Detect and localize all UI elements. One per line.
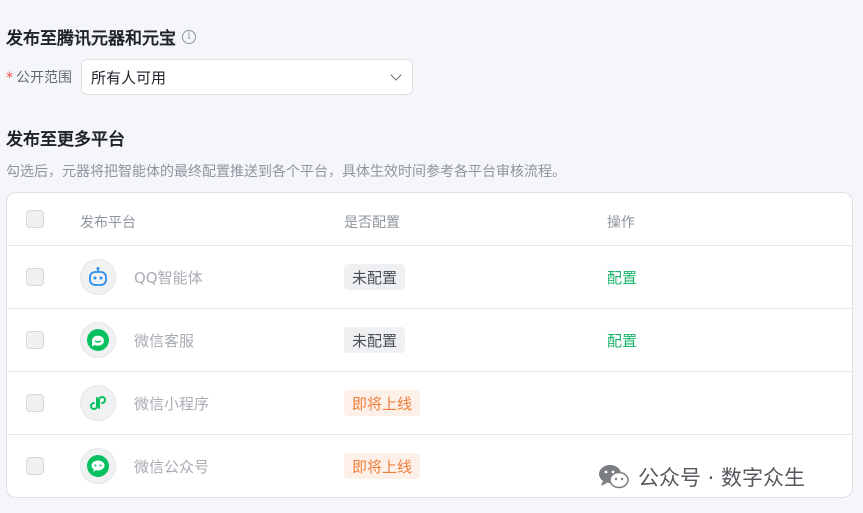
section-description: 勾选后，元器将把智能体的最终配置推送到各个平台，具体生效时间参考各平台审核流程。 [6,164,566,180]
platform-name: 微信小程序 [134,395,210,413]
table-row: QQ智能体 未配置 配置 [7,246,852,309]
row-checkbox[interactable] [26,268,44,286]
qq-bot-icon [80,259,116,295]
header-action: 操作 [607,215,635,231]
scope-select[interactable]: 所有人可用 [81,59,413,95]
select-all-checkbox[interactable] [26,210,44,228]
configure-link[interactable]: 配置 [607,267,637,288]
platform-name: 微信公众号 [134,458,210,476]
configure-link[interactable]: 配置 [607,330,637,351]
info-icon[interactable]: i [182,29,196,44]
watermark: 公众号 · 数字众生 [598,462,805,492]
table-header-row: 发布平台 是否配置 操作 [7,193,852,246]
required-asterisk: * [6,70,13,86]
row-checkbox[interactable] [26,394,44,412]
scope-label-text: 公开范围 [16,70,72,86]
mini-program-icon [80,385,116,421]
status-badge: 未配置 [344,264,406,290]
table-row: 微信客服 未配置 配置 [7,309,852,372]
table-row: 微信小程序 即将上线 [7,372,852,435]
status-badge: 未配置 [344,327,406,353]
section-title-more-platforms: 发布至更多平台 [6,130,125,150]
scope-select-value: 所有人可用 [91,68,167,87]
row-checkbox[interactable] [26,457,44,475]
wechat-service-icon [80,322,116,358]
scope-row: * 公开范围 所有人可用 [6,59,413,95]
platform-table: 发布平台 是否配置 操作 QQ智能体 未配置 配置 微信客服 未配置 配置 微信… [6,192,853,498]
row-checkbox[interactable] [26,331,44,349]
wechat-logo-icon [599,465,629,489]
status-badge: 即将上线 [344,453,421,479]
watermark-text: 公众号 · 数字众生 [638,466,806,490]
scope-label: * 公开范围 [6,67,72,87]
chevron-down-icon [390,69,402,81]
publish-settings-panel: 发布至腾讯元器和元宝 i * 公开范围 所有人可用 发布至更多平台 勾选后，元器将… [0,0,863,513]
platform-name: 微信客服 [134,332,195,350]
status-badge: 即将上线 [344,390,421,416]
platform-name: QQ智能体 [134,269,203,287]
header-configured: 是否配置 [344,215,400,231]
section-title-tencent-text: 发布至腾讯元器和元宝 [6,29,176,49]
header-platform: 发布平台 [80,215,136,231]
wechat-official-icon [80,448,116,484]
section-title-tencent: 发布至腾讯元器和元宝 i [6,24,196,49]
